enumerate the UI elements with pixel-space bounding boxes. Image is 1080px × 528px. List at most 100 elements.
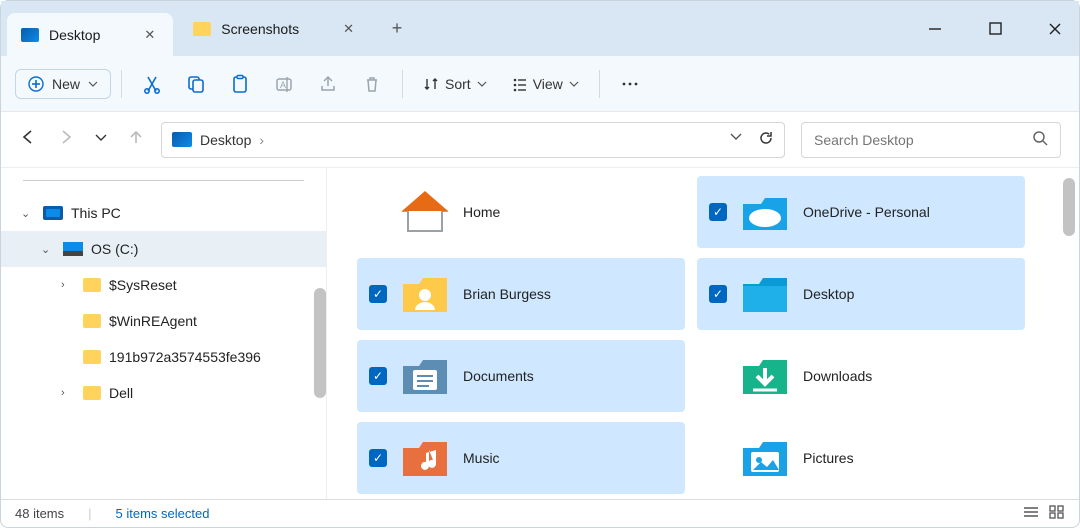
new-tab-button[interactable]: +	[382, 18, 412, 39]
item-label: Documents	[463, 368, 534, 384]
rename-button[interactable]: A	[264, 64, 304, 104]
content-pane: Home ✓ OneDrive - Personal ✓ Brian	[327, 168, 1079, 499]
tab-label: Desktop	[49, 27, 100, 43]
status-bar: 48 items | 5 items selected	[1, 499, 1079, 527]
item-pictures[interactable]: Pictures	[697, 422, 1025, 494]
item-music[interactable]: ✓ Music	[357, 422, 685, 494]
pictures-icon	[739, 434, 791, 482]
copy-button[interactable]	[176, 64, 216, 104]
up-button[interactable]	[127, 128, 145, 151]
toolbar: New A Sort View	[1, 56, 1079, 112]
svg-text:A: A	[280, 80, 286, 90]
forward-button[interactable]	[57, 128, 75, 151]
tree-item-os-c[interactable]: ⌄ OS (C:)	[1, 231, 326, 267]
item-label: Music	[463, 450, 500, 466]
checkbox-icon[interactable]: ✓	[369, 285, 387, 303]
tree-item-dell[interactable]: › Dell	[1, 375, 326, 411]
separator	[121, 70, 122, 98]
plus-circle-icon	[28, 76, 44, 92]
chevron-right-icon[interactable]: ›	[61, 387, 75, 399]
details-view-button[interactable]	[1023, 505, 1039, 522]
checkbox-icon[interactable]: ✓	[369, 367, 387, 385]
desktop-folder-icon	[739, 270, 791, 318]
item-documents[interactable]: ✓ Documents	[357, 340, 685, 412]
item-onedrive[interactable]: ✓ OneDrive - Personal	[697, 176, 1025, 248]
view-label: View	[533, 76, 563, 92]
tree-label: This PC	[71, 205, 121, 221]
folder-icon	[83, 386, 101, 400]
desktop-icon	[21, 28, 39, 42]
chevron-right-icon[interactable]: ›	[259, 132, 264, 148]
view-button[interactable]: View	[501, 76, 589, 92]
minimize-button[interactable]	[921, 15, 949, 43]
search-box[interactable]	[801, 122, 1061, 158]
drive-icon	[63, 242, 83, 256]
search-icon[interactable]	[1032, 130, 1048, 149]
search-input[interactable]	[814, 132, 1014, 148]
back-button[interactable]	[19, 128, 37, 151]
file-explorer-window: Desktop ✕ Screenshots ✕ + New	[0, 0, 1080, 528]
sort-label: Sort	[445, 76, 471, 92]
checkbox-icon[interactable]: ✓	[709, 285, 727, 303]
recent-locations-button[interactable]	[95, 131, 107, 149]
close-window-button[interactable]	[1041, 15, 1069, 43]
nav-buttons	[19, 128, 145, 151]
breadcrumb-location[interactable]: Desktop	[200, 132, 251, 148]
refresh-button[interactable]	[758, 130, 774, 149]
item-downloads[interactable]: Downloads	[697, 340, 1025, 412]
address-row: Desktop ›	[1, 112, 1079, 168]
item-user-folder[interactable]: ✓ Brian Burgess	[357, 258, 685, 330]
item-desktop[interactable]: ✓ Desktop	[697, 258, 1025, 330]
window-controls	[921, 1, 1069, 56]
more-button[interactable]	[610, 64, 650, 104]
tree-label: $WinREAgent	[109, 313, 197, 329]
pc-icon	[43, 206, 63, 220]
sort-icon	[423, 76, 439, 92]
chevron-right-icon[interactable]: ›	[61, 279, 75, 291]
new-button-label: New	[52, 76, 80, 92]
checkbox-icon[interactable]: ✓	[709, 203, 727, 221]
maximize-button[interactable]	[981, 15, 1009, 43]
tab-desktop[interactable]: Desktop ✕	[7, 13, 173, 56]
tree-item-guid-folder[interactable]: 191b972a3574553fe396	[1, 339, 326, 375]
address-bar[interactable]: Desktop ›	[161, 122, 785, 158]
checkbox-icon[interactable]: ✓	[369, 449, 387, 467]
item-label: Pictures	[803, 450, 854, 466]
item-label: OneDrive - Personal	[803, 204, 930, 220]
items-grid: Home ✓ OneDrive - Personal ✓ Brian	[357, 176, 1059, 494]
desktop-icon	[172, 132, 192, 147]
tree-label: 191b972a3574553fe396	[109, 349, 261, 365]
tree-item-winreagent[interactable]: $WinREAgent	[1, 303, 326, 339]
tab-label: Screenshots	[221, 21, 299, 37]
sort-button[interactable]: Sort	[413, 76, 497, 92]
home-icon	[399, 188, 451, 236]
chevron-down-icon[interactable]: ⌄	[21, 207, 35, 220]
tree-item-this-pc[interactable]: ⌄ This PC	[1, 195, 326, 231]
close-tab-icon[interactable]: ✕	[140, 25, 159, 45]
item-label: Downloads	[803, 368, 872, 384]
delete-button[interactable]	[352, 64, 392, 104]
tree-label: Dell	[109, 385, 133, 401]
folder-icon	[83, 278, 101, 292]
history-dropdown-button[interactable]	[730, 130, 742, 149]
tab-screenshots[interactable]: Screenshots ✕	[179, 8, 372, 50]
chevron-down-icon	[477, 79, 487, 89]
nav-scrollbar-thumb[interactable]	[314, 288, 326, 398]
chevron-down-icon	[88, 79, 98, 89]
new-button[interactable]: New	[15, 69, 111, 99]
item-home[interactable]: Home	[357, 176, 685, 248]
share-button[interactable]	[308, 64, 348, 104]
thumbnails-view-button[interactable]	[1049, 505, 1065, 522]
tree-item-sysreset[interactable]: › $SysReset	[1, 267, 326, 303]
item-label: Brian Burgess	[463, 286, 551, 302]
chevron-down-icon[interactable]: ⌄	[41, 243, 55, 256]
user-folder-icon	[399, 270, 451, 318]
cut-button[interactable]	[132, 64, 172, 104]
content-scrollbar-thumb[interactable]	[1063, 178, 1075, 236]
paste-button[interactable]	[220, 64, 260, 104]
view-icon	[511, 76, 527, 92]
close-tab-icon[interactable]: ✕	[339, 19, 358, 39]
item-label: Desktop	[803, 286, 854, 302]
chevron-down-icon	[569, 79, 579, 89]
separator	[599, 70, 600, 98]
